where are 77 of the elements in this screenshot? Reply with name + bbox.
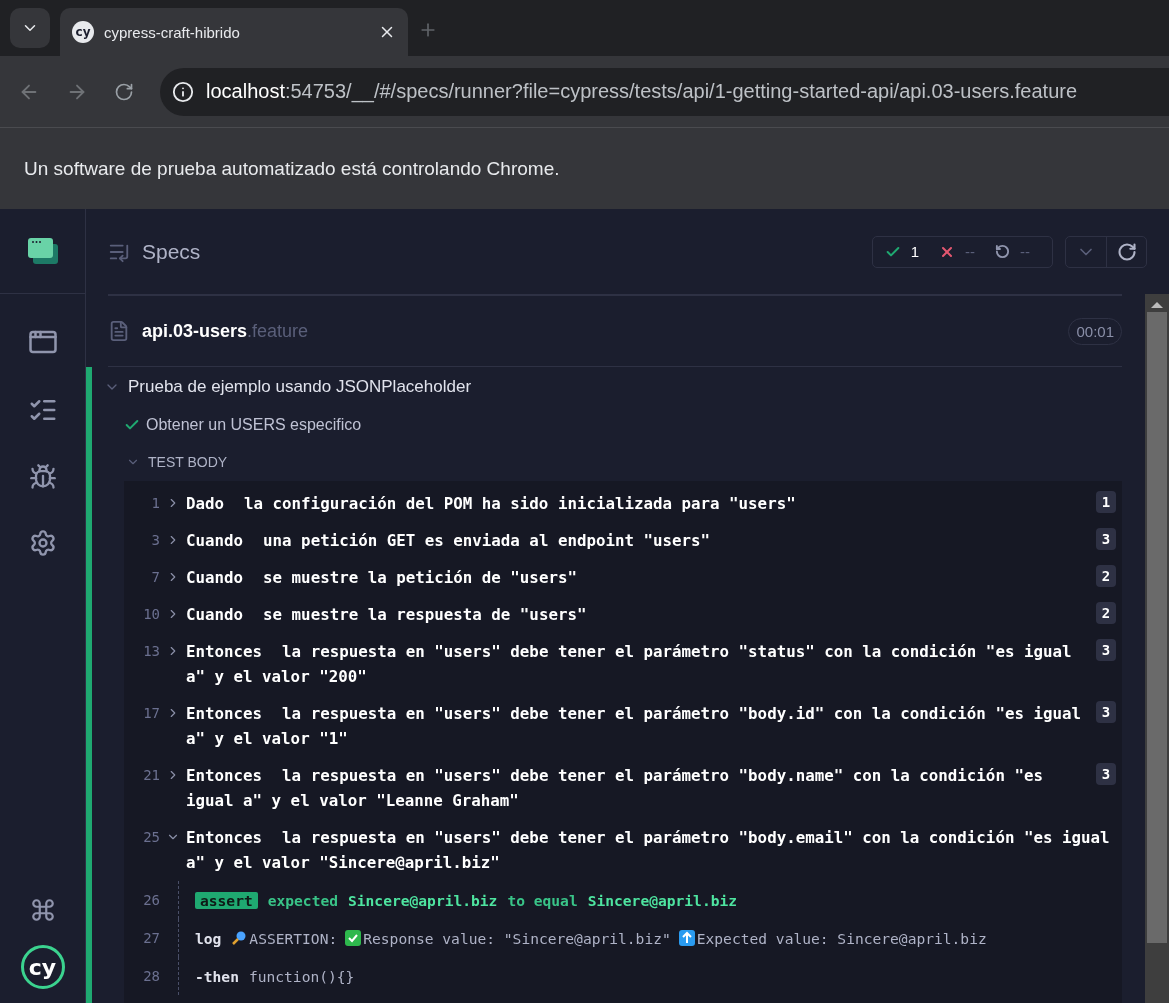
scroll-up-icon — [1151, 300, 1163, 308]
app-windows-icon — [27, 238, 58, 264]
assert-message-part: Sincere@april.biz — [587, 891, 738, 909]
tab-favicon: cy — [72, 21, 94, 43]
specs-title: Specs — [142, 239, 202, 264]
stat-count: -- — [1020, 243, 1030, 260]
step-text: Dado la configuración del POM ha sido inicializada para "users" — [186, 493, 797, 515]
step-text: Cuando se muestre la respuesta de "users" — [186, 604, 588, 626]
reload-button[interactable] — [114, 81, 134, 102]
step-text: Entonces la respuesta en "users" debe tener el parámetro "body.id" con la condición "es igual a" y el valor "1" — [186, 703, 1082, 750]
step-row[interactable]: 10 Cuando se muestre la respuesta de "users" 2 — [124, 596, 1122, 633]
step-row[interactable]: 7 Cuando se muestre la petición de "users" 2 — [124, 559, 1122, 596]
command-count: 3 — [1096, 639, 1116, 661]
line-number: 7 — [150, 568, 160, 587]
assert-label: assert — [195, 891, 258, 909]
step-row[interactable]: 13 Entonces la respuesta en "users" debe tener el parámetro "status" con la condición "es igual a" y el valor "200" 3 — [124, 633, 1122, 695]
info-icon — [172, 80, 194, 103]
magnifier-icon — [231, 930, 248, 946]
command-count: 2 — [1096, 565, 1116, 587]
assert-message-part: Sincere@april.biz — [348, 891, 498, 909]
step-text: Cuando una petición GET es enviada al endpoint "users" — [186, 530, 712, 552]
line-number: 28 — [142, 966, 160, 986]
log-message-part: ASSERTION: — [249, 929, 338, 947]
line-number: 13 — [142, 642, 160, 661]
automation-infobar: Un software de prueba automatizado está controlando Chrome. — [0, 128, 1169, 209]
suite-row[interactable]: Prueba de ejemplo usando JSONPlaceholder — [92, 367, 1122, 407]
command-row[interactable]: 28 -then function(){} — [124, 957, 1122, 995]
step-text: Cuando se muestre la petición de "users" — [186, 567, 578, 589]
assert-message-part: to equal — [507, 891, 578, 909]
up-arrow-icon — [678, 930, 695, 946]
command-count: 3 — [1096, 528, 1116, 550]
test-body-toggle[interactable]: TEST BODY — [92, 443, 1122, 481]
line-number: 3 — [150, 531, 160, 550]
command-name: log — [195, 929, 222, 947]
app-logo: cy — [20, 945, 65, 989]
log-message-part: Expected value: Sincere@april.biz — [696, 929, 987, 947]
refresh-icon — [1116, 241, 1137, 262]
step-row[interactable]: 1 Dado la configuración del POM ha sido inicializada para "users" 1 — [124, 485, 1122, 522]
scrollbar[interactable] — [1145, 294, 1169, 1003]
command-key-icon[interactable] — [29, 897, 56, 923]
step-row[interactable]: 17 Entonces la respuesta en "users" debe tener el parámetro "body.id" con la condición "es igual a" y el valor "1" 3 — [124, 695, 1122, 757]
step-text: Entonces la respuesta en "users" debe tener el parámetro "body.email" con la condición "es igual a" y el valor "Sincere@april.biz" — [186, 827, 1111, 874]
address-bar[interactable]: localhost:54753/__/#/specs/runner?file=cypress/tests/api/1-getting-started-api/api.03-users.feature — [160, 67, 1169, 116]
line-number: 21 — [142, 766, 160, 785]
spec-file-name: api.03-users.feature — [142, 320, 310, 342]
check-icon — [345, 930, 362, 946]
line-number: 27 — [142, 928, 160, 948]
command-message: function(){} — [248, 967, 355, 985]
browser-tab[interactable]: cy cypress-craft-hibrido — [60, 8, 408, 56]
assert-message-part: expected — [267, 891, 338, 909]
line-number: 26 — [142, 890, 160, 910]
step-text: Entonces la respuesta en "users" debe tener el parámetro "status" con la condición "es igual a" y el valor "200" — [186, 641, 1073, 688]
step-text: Entonces la respuesta en "users" debe tener el parámetro "body.name" con la condición "es igual a" y el valor "Leanne Graham" — [186, 765, 1044, 812]
spinner-icon — [995, 244, 1010, 259]
command-count: 3 — [1096, 701, 1116, 723]
line-number: 25 — [142, 828, 160, 847]
command-name: -then — [195, 967, 239, 985]
tab-title: cypress-craft-hibrido — [104, 23, 241, 41]
command-row[interactable]: 26 assert expected Sincere@april.biz to equal Sincere@april.biz — [124, 881, 1122, 919]
command-row[interactable]: 27 log ASSERTION: Response value: "Sincere@april.biz" Expected value: Sincere@april.biz — [124, 919, 1122, 957]
step-row[interactable]: 3 Cuando una petición GET es enviada al endpoint "users" 3 — [124, 522, 1122, 559]
command-count: 1 — [1096, 491, 1116, 513]
step-row[interactable]: 21 Entonces la respuesta en "users" debe tener el parámetro "body.name" con la condición "es igual a" y el valor "Leanne Graham" 3 — [124, 757, 1122, 819]
line-number: 1 — [150, 494, 160, 513]
step-row[interactable]: 25 Entonces la respuesta en "users" debe tener el parámetro "body.email" con la condición "es igual a" y el valor "Sincere@april.biz" — [124, 819, 1122, 881]
stat-count: -- — [965, 243, 975, 260]
line-number: 17 — [142, 704, 160, 723]
bug-icon[interactable] — [27, 463, 58, 491]
document-icon — [108, 320, 130, 342]
log-message-part: Response value: "Sincere@april.biz" — [363, 929, 671, 947]
stat-count: 1 — [910, 243, 919, 260]
command-count: 2 — [1096, 602, 1116, 624]
url-path: :54753/__/#/specs/runner?file=cypress/tests/api/1-getting-started-api/api.03-users.feature — [284, 80, 1078, 103]
url-host: localhost — [206, 80, 285, 102]
command-count: 3 — [1096, 763, 1116, 785]
line-number: 10 — [142, 605, 160, 624]
test-row[interactable]: Obtener un USERS especifico — [92, 407, 1122, 443]
